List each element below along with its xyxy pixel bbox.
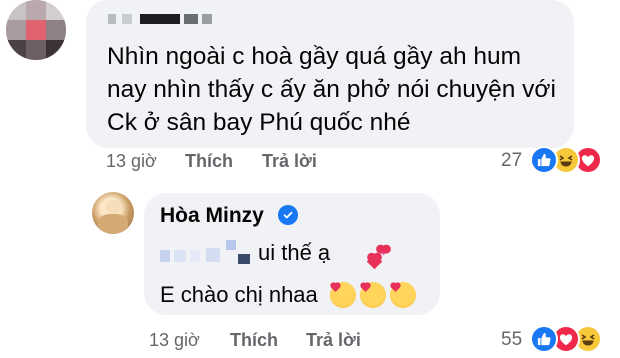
comment-reaction-count[interactable]: 27 bbox=[501, 150, 522, 172]
like-icon bbox=[530, 146, 558, 174]
commenter-avatar-redacted[interactable] bbox=[6, 0, 66, 60]
reply-reply-button[interactable]: Trả lời bbox=[306, 330, 361, 351]
like-icon bbox=[530, 325, 558, 353]
comment-reactions[interactable] bbox=[530, 146, 608, 174]
commenter-name-redacted[interactable] bbox=[108, 10, 212, 26]
reply-like-button[interactable]: Thích bbox=[230, 330, 278, 351]
comment-timestamp[interactable]: 13 giờ bbox=[106, 151, 157, 172]
comment-reply-button[interactable]: Trả lời bbox=[262, 151, 317, 172]
comment-like-button[interactable]: Thích bbox=[185, 151, 233, 172]
mentioned-name-redacted[interactable] bbox=[160, 240, 252, 266]
reply-author-name[interactable]: Hòa Minzy bbox=[160, 204, 264, 228]
reply-text-line2: E chào chị nhaa bbox=[160, 282, 318, 307]
reply-text-line1: ui thế ạ bbox=[258, 240, 331, 265]
reply-timestamp[interactable]: 13 giờ bbox=[149, 330, 200, 351]
reply-reaction-count[interactable]: 55 bbox=[501, 329, 522, 351]
reply-author-avatar[interactable] bbox=[92, 192, 134, 234]
verified-badge-icon bbox=[278, 205, 298, 225]
smiling-face-with-hearts-emojis bbox=[330, 280, 430, 310]
two-hearts-emoji bbox=[360, 244, 390, 270]
reply-reactions[interactable] bbox=[530, 325, 608, 353]
comment-text: Nhìn ngoài c hoà gầy quá gầy ah hum nay … bbox=[107, 43, 556, 136]
